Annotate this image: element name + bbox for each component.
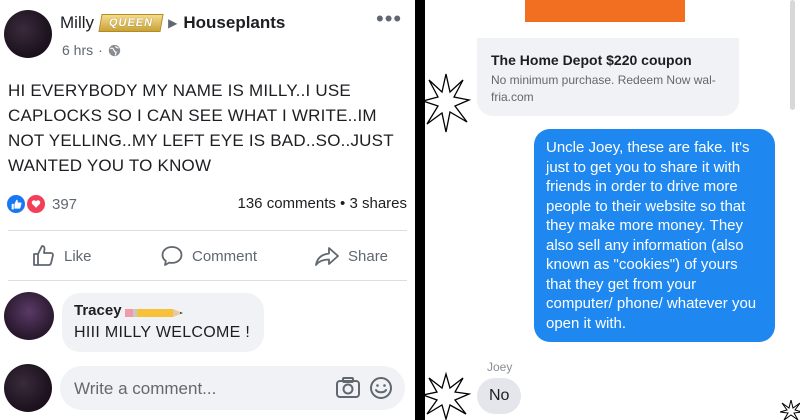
- commenter-row: Tracey: [74, 302, 250, 319]
- reaction-count: 397: [52, 195, 78, 213]
- emoji-icon[interactable]: [369, 376, 393, 400]
- arrow-right-icon: ▶: [168, 16, 178, 30]
- coupon-subtitle: No minimum purchase. Redeem Now wal-fria…: [491, 73, 716, 104]
- post-header: Milly QUEEN ▶ Houseplants: [60, 13, 285, 33]
- comment-bubble: Tracey HIII MILLY WELCOME !: [62, 293, 265, 352]
- love-reaction-icon: [26, 194, 46, 214]
- comment-button[interactable]: Comment: [160, 244, 257, 268]
- post-text: HI EVERYBODY MY NAME IS MILLY..I USE CAP…: [8, 81, 394, 175]
- thumbs-up-icon: [33, 245, 54, 266]
- comment-text: HIII MILLY WELCOME !: [74, 324, 251, 341]
- commenter-avatar[interactable]: [4, 292, 54, 340]
- post-meta: 6 hrs ·: [62, 42, 121, 58]
- share-button[interactable]: Share: [314, 244, 388, 268]
- scrollbar[interactable]: [790, 0, 795, 110]
- coupon-title: The Home Depot $220 coupon: [491, 52, 692, 68]
- comments-shares-count[interactable]: 136 comments • 3 shares: [238, 195, 408, 212]
- starburst-icon: [425, 372, 471, 420]
- received-message-bubble: No: [477, 378, 521, 414]
- link-preview-card[interactable]: The Home Depot $220 coupon No minimum pu…: [477, 38, 739, 116]
- share-label: Share: [348, 247, 389, 265]
- dot-separator: ·: [98, 42, 103, 58]
- write-comment-placeholder: Write a comment...: [74, 379, 217, 398]
- starburst-icon: [780, 400, 800, 420]
- camera-icon[interactable]: [335, 376, 361, 400]
- divider: [8, 280, 407, 281]
- pencil-icon: [124, 306, 183, 317]
- reaction-summary[interactable]: 397: [7, 194, 77, 214]
- queen-badge: QUEEN: [98, 14, 164, 32]
- home-depot-logo-image: [525, 0, 685, 22]
- share-arrow-icon: [315, 247, 339, 266]
- write-comment-input[interactable]: Write a comment...: [60, 366, 405, 410]
- author-name[interactable]: Milly: [60, 13, 94, 33]
- messenger-panel: The Home Depot $220 coupon No minimum pu…: [425, 0, 800, 420]
- commenter-name[interactable]: Tracey: [74, 302, 122, 319]
- divider: [8, 230, 407, 231]
- group-name[interactable]: Houseplants: [183, 13, 285, 33]
- more-options-icon[interactable]: •••: [376, 6, 402, 32]
- reply-text: No: [489, 387, 510, 404]
- post-time[interactable]: 6 hrs: [62, 42, 93, 58]
- sent-message-bubble: Uncle Joey, these are fake. It's just to…: [534, 129, 775, 342]
- starburst-icon: [425, 73, 471, 133]
- like-button[interactable]: Like: [32, 244, 92, 268]
- like-label: Like: [64, 247, 92, 265]
- comment-label: Comment: [192, 247, 258, 265]
- author-avatar[interactable]: [4, 10, 52, 58]
- current-user-avatar: [4, 364, 52, 412]
- globe-icon: [108, 44, 120, 56]
- facebook-post-panel: Milly QUEEN ▶ Houseplants 6 hrs · ••• HI…: [0, 0, 415, 420]
- comment-icon: [161, 246, 183, 266]
- like-reaction-icon: [7, 195, 25, 213]
- sender-name: Joey: [487, 360, 513, 374]
